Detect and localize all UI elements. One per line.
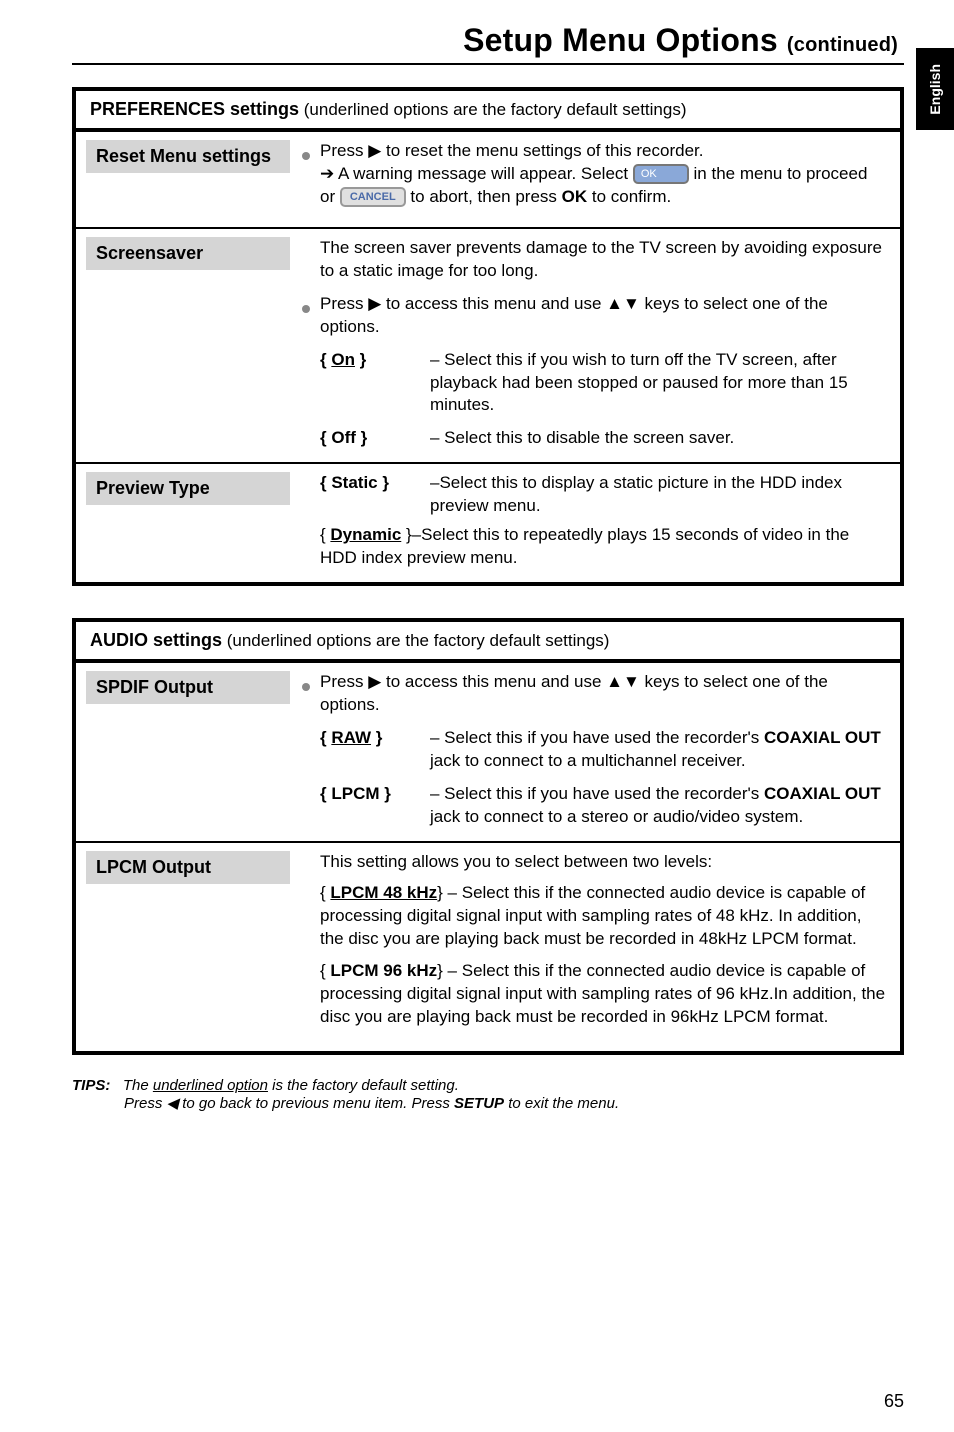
- reset-menu-desc: Press ▶ to reset the menu settings of th…: [320, 140, 886, 209]
- preferences-header: PREFERENCES settings (underlined options…: [76, 91, 900, 132]
- screensaver-para1: The screen saver prevents damage to the …: [320, 237, 886, 283]
- page-title: Setup Menu Options (continued): [72, 22, 904, 59]
- language-tab: English: [916, 48, 954, 130]
- left-triangle-icon: ◀: [167, 1095, 179, 1112]
- option-static: { Static } –Select this to display a sta…: [320, 472, 886, 518]
- audio-header: AUDIO settings (underlined options are t…: [76, 622, 900, 663]
- option-raw: { RAW } – Select this if you have used t…: [320, 727, 886, 773]
- option-lpcm: { LPCM } – Select this if you have used …: [320, 783, 886, 829]
- arrow-right-icon: ➔: [320, 164, 334, 183]
- right-triangle-icon: ▶: [368, 294, 381, 313]
- tips-footer: TIPS: The underlined option is the facto…: [72, 1077, 904, 1112]
- option-off: { Off } – Select this to disable the scr…: [320, 427, 886, 450]
- ok-pill-icon: OK: [633, 164, 689, 184]
- spacer: [72, 586, 904, 596]
- right-triangle-icon: ▶: [368, 672, 381, 691]
- row-spdif: SPDIF Output Press ▶ to access this menu…: [76, 663, 900, 841]
- up-down-triangle-icon: ▲▼: [606, 672, 640, 691]
- cancel-pill-icon: CANCEL: [340, 187, 406, 207]
- lpcm-output-label: LPCM Output: [86, 851, 290, 884]
- row-reset-menu: Reset Menu settings Press ▶ to reset the…: [76, 132, 900, 227]
- preview-type-label: Preview Type: [86, 472, 290, 505]
- bullet-icon: [302, 683, 310, 691]
- bullet-icon: [302, 305, 310, 313]
- page-number: 65: [884, 1391, 904, 1412]
- right-triangle-icon: ▶: [368, 141, 381, 160]
- preferences-box: PREFERENCES settings (underlined options…: [72, 87, 904, 586]
- spdif-label: SPDIF Output: [86, 671, 290, 704]
- row-preview-type: Preview Type { Static } –Select this to …: [76, 462, 900, 582]
- spdif-intro: Press ▶ to access this menu and use ▲▼ k…: [320, 671, 886, 717]
- up-down-triangle-icon: ▲▼: [606, 294, 640, 313]
- lpcm-intro: This setting allows you to select betwee…: [320, 851, 886, 874]
- option-lpcm-48: { LPCM 48 kHz} – Select this if the conn…: [320, 882, 886, 951]
- screensaver-label: Screensaver: [86, 237, 290, 270]
- screensaver-para2: Press ▶ to access this menu and use ▲▼ k…: [320, 293, 886, 339]
- option-on: { On } – Select this if you wish to turn…: [320, 349, 886, 418]
- option-lpcm-96: { LPCM 96 kHz} – Select this if the conn…: [320, 960, 886, 1029]
- reset-menu-label: Reset Menu settings: [86, 140, 290, 173]
- row-lpcm-output: LPCM Output This setting allows you to s…: [76, 841, 900, 1052]
- audio-box: AUDIO settings (underlined options are t…: [72, 618, 904, 1055]
- bullet-icon: [302, 152, 310, 160]
- row-screensaver: Screensaver The screen saver prevents da…: [76, 227, 900, 463]
- title-rule: [72, 63, 904, 65]
- option-dynamic: { Dynamic }–Select this to repeatedly pl…: [320, 524, 886, 570]
